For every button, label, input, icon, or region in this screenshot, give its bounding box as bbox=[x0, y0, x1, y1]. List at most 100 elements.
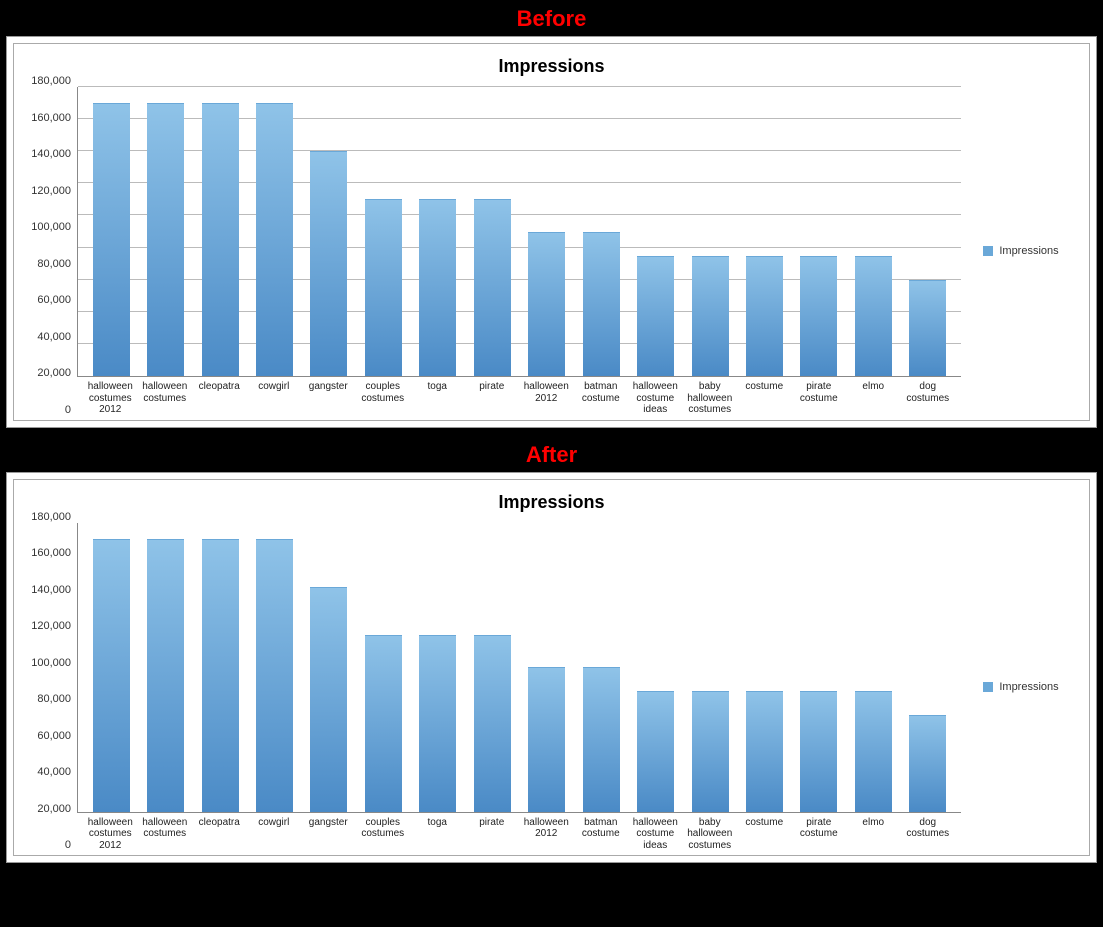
bar-slot bbox=[84, 523, 138, 812]
bar-slot bbox=[846, 523, 900, 812]
bar bbox=[419, 635, 456, 812]
x-label: toga bbox=[410, 381, 465, 416]
bar-slot bbox=[683, 523, 737, 812]
bar-slot bbox=[846, 87, 900, 376]
x-label: baby halloween costumes bbox=[683, 381, 738, 416]
x-label: cowgirl bbox=[247, 817, 302, 852]
x-label: dog costumes bbox=[901, 817, 956, 852]
x-label: cleopatra bbox=[192, 381, 247, 416]
x-axis: halloween costumes 2012halloween costume… bbox=[77, 813, 961, 852]
chart-panel-before: Impressions 020,00040,00060,00080,000100… bbox=[6, 36, 1097, 428]
bar bbox=[746, 691, 783, 811]
bar bbox=[528, 232, 565, 377]
bar bbox=[365, 635, 402, 812]
bar bbox=[419, 199, 456, 376]
bar-slot bbox=[901, 523, 955, 812]
bar bbox=[692, 256, 729, 376]
plot-area bbox=[77, 87, 961, 377]
legend-label: Impressions bbox=[999, 245, 1058, 257]
x-label: halloween 2012 bbox=[519, 381, 574, 416]
x-label: pirate costume bbox=[792, 381, 847, 416]
chart-panel-after: Impressions 020,00040,00060,00080,000100… bbox=[6, 472, 1097, 864]
chart-title: Impressions bbox=[22, 492, 1081, 513]
bar bbox=[147, 539, 184, 812]
bar-slot bbox=[901, 87, 955, 376]
bar bbox=[474, 635, 511, 812]
legend-swatch-icon bbox=[983, 246, 993, 256]
bar bbox=[746, 256, 783, 376]
bar bbox=[310, 587, 347, 812]
bar-slot bbox=[520, 87, 574, 376]
x-label: halloween costume ideas bbox=[628, 381, 683, 416]
x-label: cowgirl bbox=[247, 381, 302, 416]
bar-slot bbox=[356, 523, 410, 812]
bar-slot bbox=[792, 523, 846, 812]
bar bbox=[800, 256, 837, 376]
x-label: pirate bbox=[465, 817, 520, 852]
bar bbox=[256, 103, 293, 376]
x-label: halloween costumes 2012 bbox=[83, 817, 138, 852]
bar bbox=[528, 667, 565, 812]
y-axis: 020,00040,00060,00080,000100,000120,0001… bbox=[22, 87, 77, 416]
bar-slot bbox=[302, 523, 356, 812]
bar bbox=[202, 103, 239, 376]
bar bbox=[909, 715, 946, 811]
chart-inner-after: Impressions 020,00040,00060,00080,000100… bbox=[13, 479, 1090, 857]
x-label: halloween costumes bbox=[138, 381, 193, 416]
x-label: halloween costumes 2012 bbox=[83, 381, 138, 416]
x-label: halloween costumes bbox=[138, 817, 193, 852]
bar-slot bbox=[138, 87, 192, 376]
plot-wrap: halloween costumes 2012halloween costume… bbox=[77, 87, 961, 416]
bar-slot bbox=[792, 87, 846, 376]
bar bbox=[365, 199, 402, 376]
bar bbox=[800, 691, 837, 811]
x-label: halloween costume ideas bbox=[628, 817, 683, 852]
x-label: batman costume bbox=[574, 381, 629, 416]
plot-area bbox=[77, 523, 961, 813]
legend-label: Impressions bbox=[999, 681, 1058, 693]
x-label: pirate costume bbox=[792, 817, 847, 852]
bar-slot bbox=[465, 523, 519, 812]
bar bbox=[310, 151, 347, 376]
bar-slot bbox=[356, 87, 410, 376]
bar bbox=[855, 691, 892, 811]
bar-slot bbox=[193, 523, 247, 812]
plot-wrap: halloween costumes 2012halloween costume… bbox=[77, 523, 961, 852]
bar-slot bbox=[247, 523, 301, 812]
bar bbox=[147, 103, 184, 376]
chart-inner-before: Impressions 020,00040,00060,00080,000100… bbox=[13, 43, 1090, 421]
bar bbox=[93, 539, 130, 812]
bar-slot bbox=[411, 87, 465, 376]
legend-swatch-icon bbox=[983, 682, 993, 692]
before-label: Before bbox=[0, 0, 1103, 36]
bar-slot bbox=[737, 523, 791, 812]
bar-slot bbox=[574, 87, 628, 376]
x-label: batman costume bbox=[574, 817, 629, 852]
chart-body: 020,00040,00060,00080,000100,000120,0001… bbox=[22, 523, 1081, 852]
x-label: couples costumes bbox=[356, 817, 411, 852]
chart-title: Impressions bbox=[22, 56, 1081, 77]
bar-slot bbox=[302, 87, 356, 376]
legend: Impressions bbox=[961, 523, 1081, 852]
after-label: After bbox=[0, 436, 1103, 472]
bar bbox=[637, 691, 674, 811]
x-label: costume bbox=[737, 817, 792, 852]
bar bbox=[637, 256, 674, 376]
bar-slot bbox=[628, 523, 682, 812]
x-label: dog costumes bbox=[901, 381, 956, 416]
bar bbox=[256, 539, 293, 812]
bar-slot bbox=[465, 87, 519, 376]
chart-body: 020,00040,00060,00080,000100,000120,0001… bbox=[22, 87, 1081, 416]
bar bbox=[202, 539, 239, 812]
bar bbox=[583, 667, 620, 812]
x-label: cleopatra bbox=[192, 817, 247, 852]
x-label: costume bbox=[737, 381, 792, 416]
bar bbox=[692, 691, 729, 811]
bar bbox=[909, 280, 946, 376]
bar-slot bbox=[574, 523, 628, 812]
x-label: halloween 2012 bbox=[519, 817, 574, 852]
x-label: baby halloween costumes bbox=[683, 817, 738, 852]
bar-slot bbox=[138, 523, 192, 812]
x-label: toga bbox=[410, 817, 465, 852]
y-axis: 020,00040,00060,00080,000100,000120,0001… bbox=[22, 523, 77, 852]
